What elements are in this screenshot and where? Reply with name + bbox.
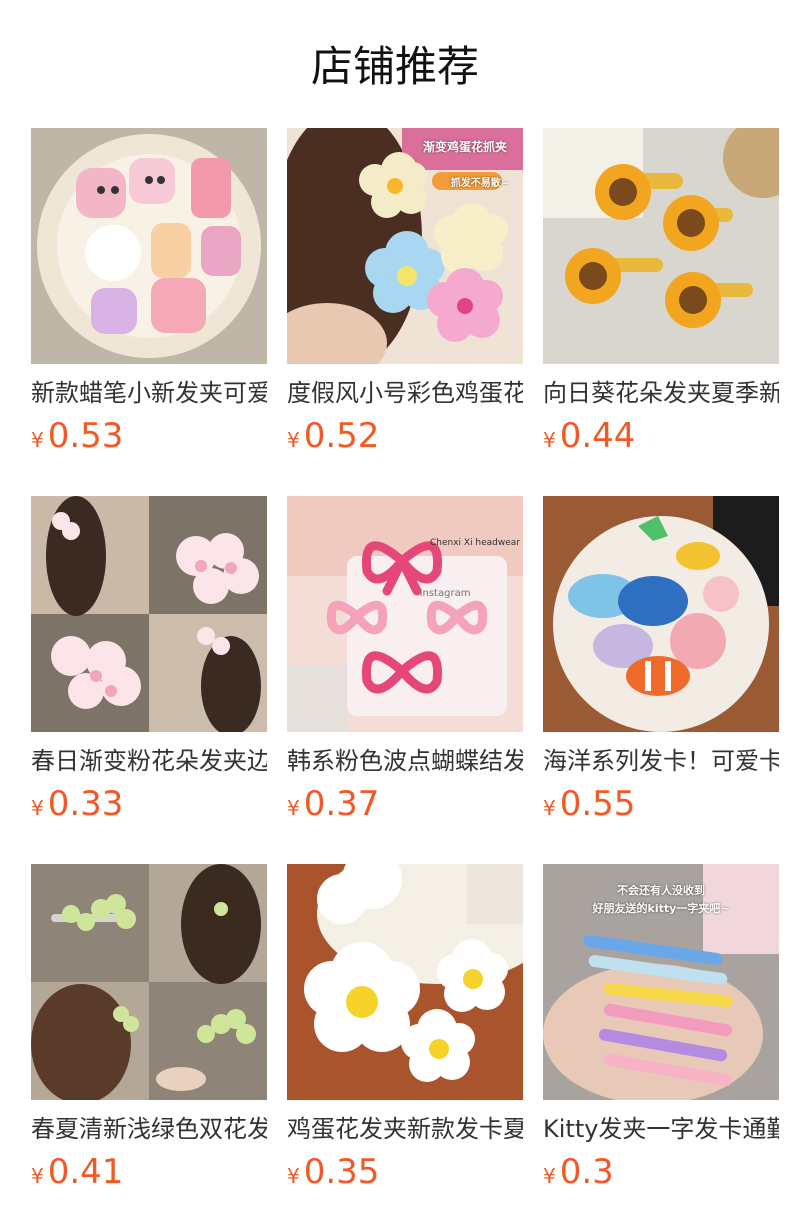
product-image[interactable] bbox=[543, 128, 779, 364]
product-card[interactable]: 鸡蛋花发夹新款发卡夏 ¥0.35 bbox=[287, 864, 523, 1194]
image-caption: Chenxi Xi headwear bbox=[429, 538, 521, 548]
product-title[interactable]: 新款蜡笔小新发夹可爱 bbox=[31, 376, 267, 410]
product-card[interactable]: 渐变鸡蛋花抓夹 抓发不易散~ 度假风小号彩色鸡蛋花 ¥0.52 bbox=[287, 128, 523, 458]
currency-symbol: ¥ bbox=[31, 428, 44, 452]
currency-symbol: ¥ bbox=[31, 1164, 44, 1188]
product-image[interactable]: 不会还有人没收到 好朋友送的kitty一字夹吧~ bbox=[543, 864, 779, 1100]
product-price: ¥0.55 bbox=[543, 782, 779, 826]
product-title[interactable]: 度假风小号彩色鸡蛋花 bbox=[287, 376, 523, 410]
currency-symbol: ¥ bbox=[287, 1164, 300, 1188]
product-image[interactable] bbox=[31, 864, 267, 1100]
image-caption: 渐变鸡蛋花抓夹 bbox=[422, 140, 507, 154]
price-value: 0.3 bbox=[559, 1152, 614, 1192]
product-price: ¥0.52 bbox=[287, 414, 523, 458]
image-badge: 好朋友送的kitty一字夹吧~ bbox=[592, 902, 730, 915]
product-card[interactable]: 新款蜡笔小新发夹可爱 ¥0.53 bbox=[31, 128, 267, 458]
currency-symbol: ¥ bbox=[543, 1164, 556, 1188]
product-image[interactable] bbox=[287, 864, 523, 1100]
product-card[interactable]: 向日葵花朵发夹夏季新 ¥0.44 bbox=[543, 128, 779, 458]
product-title[interactable]: 鸡蛋花发夹新款发卡夏 bbox=[287, 1112, 523, 1146]
currency-symbol: ¥ bbox=[287, 428, 300, 452]
price-value: 0.37 bbox=[303, 784, 380, 824]
product-price: ¥0.3 bbox=[543, 1150, 779, 1194]
product-card[interactable]: 春夏清新浅绿色双花发 ¥0.41 bbox=[31, 864, 267, 1194]
product-title[interactable]: 韩系粉色波点蝴蝶结发 bbox=[287, 744, 523, 778]
price-value: 0.52 bbox=[303, 416, 380, 456]
product-price: ¥0.37 bbox=[287, 782, 523, 826]
product-title[interactable]: 春日渐变粉花朵发夹边 bbox=[31, 744, 267, 778]
price-value: 0.55 bbox=[559, 784, 636, 824]
currency-symbol: ¥ bbox=[543, 428, 556, 452]
product-title[interactable]: Kitty发夹一字发卡通勤 bbox=[543, 1112, 779, 1146]
image-caption: 不会还有人没收到 bbox=[617, 884, 705, 897]
product-title[interactable]: 春夏清新浅绿色双花发 bbox=[31, 1112, 267, 1146]
price-value: 0.44 bbox=[559, 416, 636, 456]
product-card[interactable]: Chenxi Xi headwear Instagram 韩系粉色波点蝴蝶结发 … bbox=[287, 496, 523, 826]
price-value: 0.41 bbox=[47, 1152, 124, 1192]
product-image[interactable] bbox=[31, 128, 267, 364]
product-image[interactable] bbox=[543, 496, 779, 732]
product-price: ¥0.53 bbox=[31, 414, 267, 458]
product-image[interactable] bbox=[31, 496, 267, 732]
product-price: ¥0.44 bbox=[543, 414, 779, 458]
price-value: 0.35 bbox=[303, 1152, 380, 1192]
product-title[interactable]: 向日葵花朵发夹夏季新 bbox=[543, 376, 779, 410]
product-image[interactable]: 渐变鸡蛋花抓夹 抓发不易散~ bbox=[287, 128, 523, 364]
product-image[interactable]: Chenxi Xi headwear Instagram bbox=[287, 496, 523, 732]
currency-symbol: ¥ bbox=[543, 796, 556, 820]
price-value: 0.53 bbox=[47, 416, 124, 456]
currency-symbol: ¥ bbox=[31, 796, 44, 820]
product-card[interactable]: 海洋系列发卡！可爱卡 ¥0.55 bbox=[543, 496, 779, 826]
page-title: 店铺推荐 bbox=[310, 42, 479, 91]
product-card[interactable]: 春日渐变粉花朵发夹边 ¥0.33 bbox=[31, 496, 267, 826]
product-price: ¥0.33 bbox=[31, 782, 267, 826]
currency-symbol: ¥ bbox=[287, 796, 300, 820]
product-card[interactable]: 不会还有人没收到 好朋友送的kitty一字夹吧~ Kitty发夹一字发卡通勤 ¥… bbox=[543, 864, 779, 1194]
image-badge: 抓发不易散~ bbox=[450, 178, 510, 189]
image-badge: Instagram bbox=[419, 588, 471, 599]
price-value: 0.33 bbox=[47, 784, 124, 824]
product-title[interactable]: 海洋系列发卡！可爱卡 bbox=[543, 744, 779, 778]
product-price: ¥0.35 bbox=[287, 1150, 523, 1194]
product-price: ¥0.41 bbox=[31, 1150, 267, 1194]
